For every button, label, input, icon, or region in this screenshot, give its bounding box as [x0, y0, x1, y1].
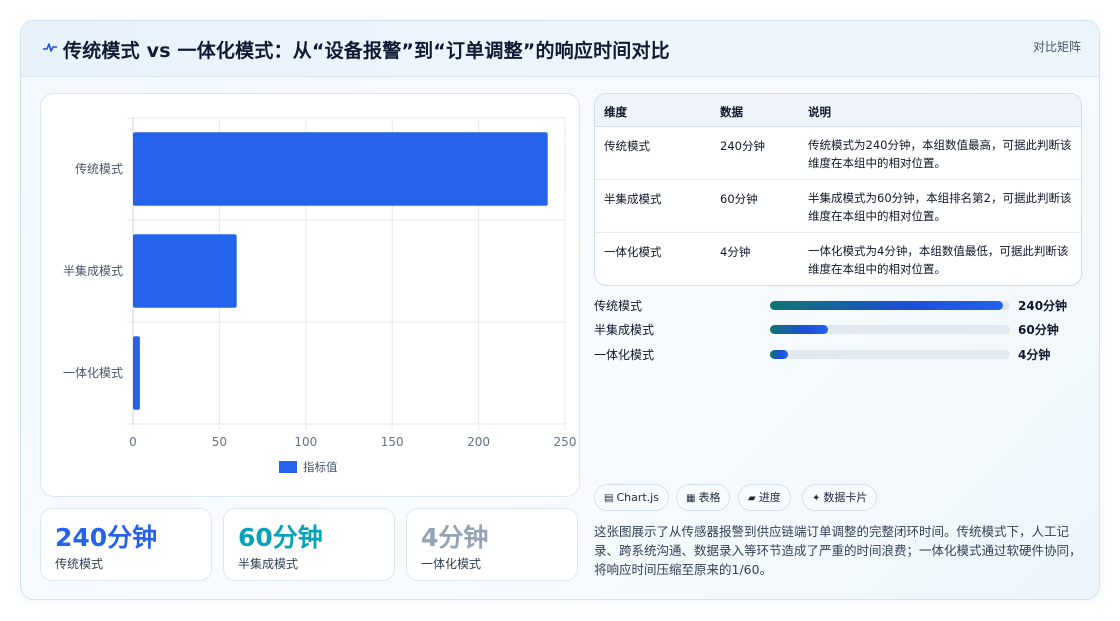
- summary-text: 这张图展示了从传感器报警到供应链端订单调整的完整闭环时间。传统模式下，人工记录、…: [594, 524, 1082, 577]
- y-tick-label: 半集成模式: [63, 263, 123, 278]
- stat-label: 半集成模式: [238, 557, 299, 571]
- progress-row: 一体化模式 4分钟: [594, 345, 1084, 363]
- stat-card-semi: 60分钟 半集成模式: [223, 508, 395, 581]
- stat-value: 60分钟: [238, 523, 323, 552]
- progress-value: 4分钟: [1018, 348, 1051, 362]
- progress-track: [770, 350, 1010, 359]
- x-tick-label: 200: [467, 435, 490, 449]
- table-cell: 半集成模式: [604, 192, 662, 206]
- stat-label: 一体化模式: [421, 557, 482, 571]
- y-tick-label: 一体化模式: [63, 366, 123, 380]
- pulse-icon: [43, 43, 57, 52]
- chip-label: 进度: [758, 491, 781, 504]
- table-cell: 4分钟: [720, 245, 751, 259]
- data-table: 维度 数据 说明 传统模式 240分钟 传统模式为240分钟，本组数值最高，可据…: [594, 93, 1082, 286]
- table-cell: 一体化模式: [604, 245, 662, 259]
- progress-track: [770, 301, 1010, 310]
- progress-row: 半集成模式 60分钟: [594, 320, 1084, 338]
- y-tick-label: 传统模式: [75, 161, 123, 176]
- dashboard-card: 传统模式 vs 一体化模式：从“设备报警”到“订单调整”的响应时间对比 对比矩阵…: [20, 20, 1100, 600]
- column-header: 维度: [604, 105, 627, 119]
- table-cell: 传统模式: [604, 139, 650, 153]
- table-header: 维度 数据 说明: [595, 94, 1081, 127]
- chip-chartjs[interactable]: ▤ Chart.js: [594, 484, 669, 511]
- bar-chart: 0 50 100 150 200 250 传统模式半集成模式一体化模式指标值: [63, 117, 577, 474]
- sparkle-icon: ✦: [812, 493, 821, 504]
- progress-label: 传统模式: [594, 299, 643, 313]
- progress-icon: ▰: [748, 493, 756, 504]
- x-tick-label: 150: [381, 435, 404, 449]
- progress-value: 240分钟: [1018, 299, 1068, 313]
- progress-fill: [770, 301, 1003, 310]
- progress-value: 60分钟: [1018, 323, 1059, 337]
- x-tick-label: 100: [294, 435, 317, 449]
- bar-chart-panel: 0 50 100 150 200 250 传统模式半集成模式一体化模式指标值: [40, 93, 580, 497]
- table-cell: 60分钟: [720, 192, 758, 206]
- progress-fill: [770, 350, 788, 359]
- progress-row: 传统模式 240分钟: [594, 296, 1084, 314]
- stat-card-traditional: 240分钟 传统模式: [40, 508, 212, 581]
- column-header: 数据: [720, 105, 743, 119]
- table-row: 半集成模式 60分钟 半集成模式为60分钟，本组排名第2，可据此判断该维度在本组…: [595, 180, 1081, 233]
- chip-progress[interactable]: ▰ 进度: [738, 484, 791, 511]
- chip-datacard[interactable]: ✦ 数据卡片: [802, 484, 878, 511]
- stat-value: 4分钟: [421, 523, 489, 552]
- column-header: 说明: [808, 105, 831, 119]
- table-cell: 传统模式为240分钟，本组数值最高，可据此判断该维度在本组中的相对位置。: [808, 138, 1072, 170]
- table-icon: ▦: [686, 493, 696, 504]
- chip-label: 表格: [698, 491, 721, 504]
- progress-fill: [770, 325, 828, 334]
- legend-label: 指标值: [303, 460, 338, 474]
- progress-label: 一体化模式: [594, 348, 655, 362]
- chip-label: Chart.js: [616, 491, 659, 504]
- progress-label: 半集成模式: [594, 323, 655, 337]
- bar: [133, 336, 140, 410]
- chart-icon: ▤: [604, 493, 614, 504]
- bar: [133, 132, 548, 206]
- page-title: 传统模式 vs 一体化模式：从“设备报警”到“订单调整”的响应时间对比: [63, 40, 670, 62]
- header-tag: 对比矩阵: [1032, 40, 1081, 54]
- legend-swatch: [279, 461, 297, 473]
- stat-card-integrated: 4分钟 一体化模式: [406, 508, 578, 581]
- table-row: 传统模式 240分钟 传统模式为240分钟，本组数值最高，可据此判断该维度在本组…: [595, 127, 1081, 180]
- progress-track: [770, 325, 1010, 334]
- table-cell: 半集成模式为60分钟，本组排名第2，可据此判断该维度在本组中的相对位置。: [808, 191, 1072, 223]
- x-tick-label: 250: [554, 435, 577, 449]
- stat-value: 240分钟: [55, 523, 158, 552]
- x-tick-label: 0: [129, 435, 137, 449]
- table-cell: 一体化模式为4分钟，本组数值最低，可据此判断该维度在本组中的相对位置。: [808, 244, 1069, 276]
- stat-label: 传统模式: [55, 557, 104, 571]
- table-row: 一体化模式 4分钟 一体化模式为4分钟，本组数值最低，可据此判断该维度在本组中的…: [595, 233, 1081, 285]
- chip-label: 数据卡片: [823, 491, 868, 504]
- chip-table[interactable]: ▦ 表格: [676, 484, 731, 511]
- x-tick-label: 50: [212, 435, 227, 449]
- header: 传统模式 vs 一体化模式：从“设备报警”到“订单调整”的响应时间对比 对比矩阵: [21, 21, 1099, 77]
- bar: [133, 234, 237, 308]
- table-cell: 240分钟: [720, 139, 765, 153]
